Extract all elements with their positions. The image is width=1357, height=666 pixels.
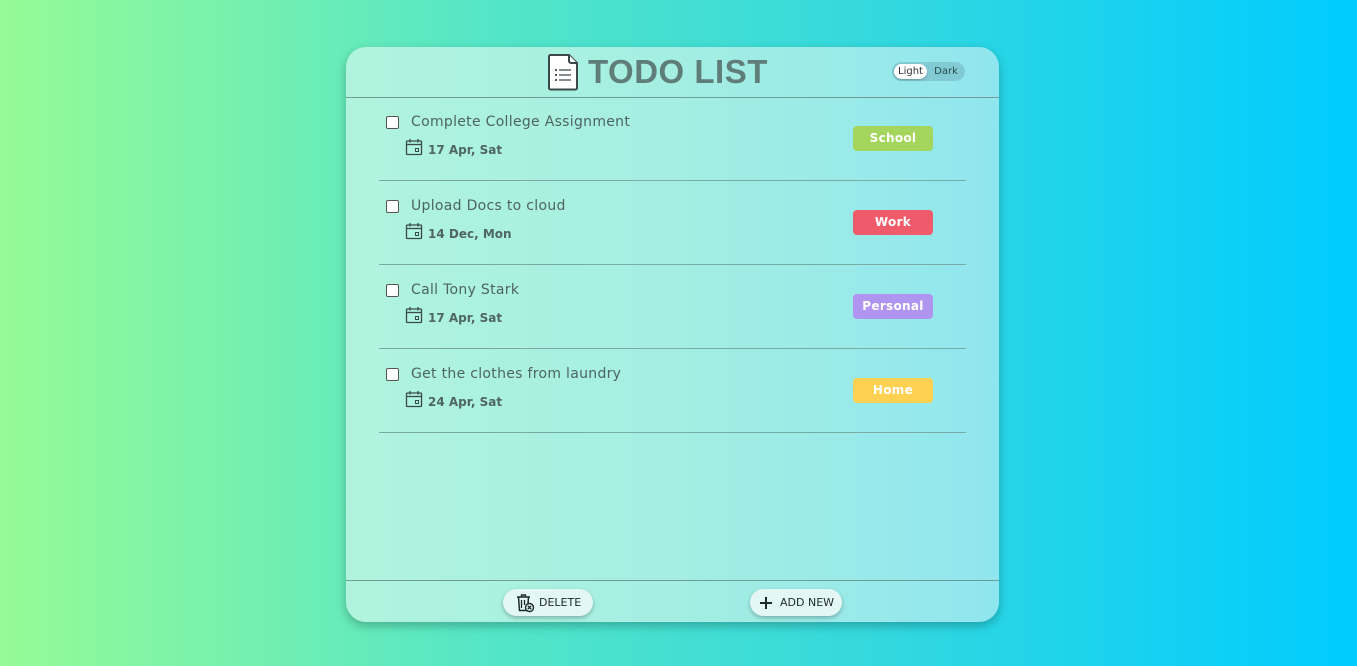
todo-card: TODO LIST Light Dark Complete College As… <box>346 47 999 622</box>
delete-button[interactable]: DELETE <box>503 589 593 616</box>
task-checkbox[interactable] <box>386 116 399 129</box>
page-title: TODO LIST <box>588 53 768 90</box>
task-title: Complete College Assignment <box>411 114 631 130</box>
header: TODO LIST Light Dark <box>346 47 999 98</box>
task-date: 14 Dec, Mon <box>428 227 512 241</box>
task-tag: Home <box>853 378 933 403</box>
task-list: Complete College Assignment 17 Apr, Sat … <box>379 97 966 433</box>
task-tag: Work <box>853 210 933 235</box>
task-date: 24 Apr, Sat <box>428 395 503 409</box>
theme-toggle[interactable]: Light Dark <box>892 62 965 81</box>
task-item: Complete College Assignment 17 Apr, Sat … <box>379 97 966 181</box>
calendar-icon <box>405 139 423 156</box>
add-new-button[interactable]: ADD NEW <box>750 589 842 616</box>
plus-icon <box>760 596 772 609</box>
task-date: 17 Apr, Sat <box>428 143 503 157</box>
task-item: Call Tony Stark 17 Apr, Sat Personal <box>379 265 966 349</box>
task-checkbox[interactable] <box>386 284 399 297</box>
task-tag: School <box>853 126 933 151</box>
theme-dark-option[interactable]: Dark <box>927 64 965 79</box>
delete-button-label: DELETE <box>539 596 582 609</box>
task-tag: Personal <box>853 294 933 319</box>
title-wrap: TODO LIST <box>547 53 768 91</box>
task-title: Call Tony Stark <box>411 282 520 298</box>
add-new-button-label: ADD NEW <box>780 596 835 609</box>
theme-light-option[interactable]: Light <box>894 64 927 79</box>
trash-bin-icon <box>517 593 535 612</box>
task-item: Upload Docs to cloud 14 Dec, Mon Work <box>379 181 966 265</box>
footer: DELETE ADD NEW <box>346 580 999 622</box>
calendar-icon <box>405 391 423 408</box>
task-title: Upload Docs to cloud <box>411 198 566 214</box>
task-date: 17 Apr, Sat <box>428 311 503 325</box>
task-item: Get the clothes from laundry 24 Apr, Sat… <box>379 349 966 433</box>
document-list-icon <box>548 54 578 91</box>
task-title: Get the clothes from laundry <box>411 366 622 382</box>
task-checkbox[interactable] <box>386 200 399 213</box>
calendar-icon <box>405 307 423 324</box>
task-checkbox[interactable] <box>386 368 399 381</box>
calendar-icon <box>405 223 423 240</box>
